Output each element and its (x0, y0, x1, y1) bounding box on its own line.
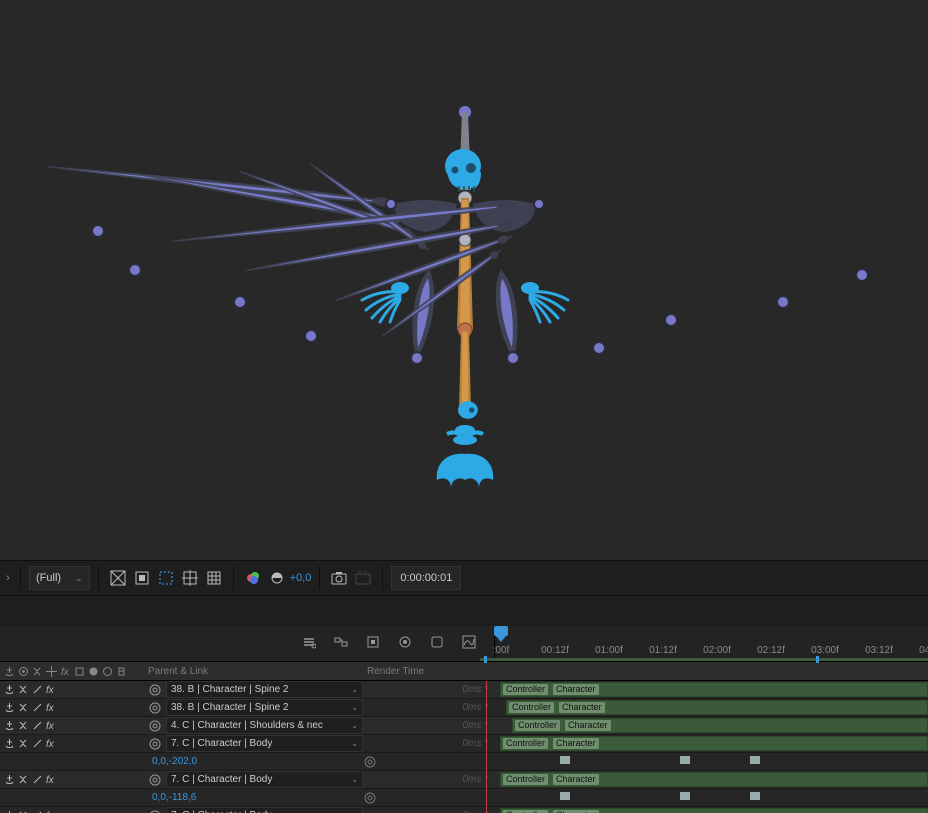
grid-icon[interactable] (203, 567, 225, 589)
toggle-mask-icon[interactable] (131, 567, 153, 589)
keyframe-icon[interactable] (560, 756, 570, 764)
current-time-display[interactable]: 0:00:00:01 (391, 566, 461, 590)
timeline-toolbar (0, 626, 495, 658)
keyframe-icon[interactable] (680, 756, 690, 764)
svg-text:fx: fx (46, 721, 55, 731)
work-area-end[interactable] (816, 656, 819, 663)
separator (382, 566, 383, 590)
pickwhip-icon[interactable] (148, 683, 162, 697)
timeline-header-row: :00f 00:12f 01:00f 01:12f 02:00f 02:12f … (0, 626, 928, 658)
panel-gap (0, 596, 928, 626)
property-value[interactable]: 0,0,-202,0 (148, 756, 197, 767)
svg-text:fx: fx (46, 775, 55, 785)
property-row[interactable]: 0,0,-118,6 (0, 789, 928, 807)
switches-header: fx (0, 666, 144, 677)
composition-viewport[interactable] (0, 0, 928, 560)
work-area-bar[interactable] (480, 658, 928, 661)
parent-label: 38. B | Character | Spine 2 (171, 684, 288, 695)
property-row[interactable]: 0,0,-202,0 (0, 753, 928, 771)
time-tick: 01:00f (595, 645, 623, 656)
pickwhip-icon[interactable] (148, 737, 162, 751)
pickwhip-icon[interactable] (363, 791, 377, 805)
show-snapshot-icon[interactable] (352, 567, 374, 589)
layer-row[interactable]: fx 38. B | Character | Spine 2⌄ 0ms * Co… (0, 699, 928, 717)
property-value[interactable]: 0,0,-118,6 (148, 792, 196, 803)
parent-dropdown[interactable]: 4. C | Character | Shoulders & nec⌄ (166, 717, 363, 734)
timeline-column-header: fx Parent & Link Render Time (0, 661, 928, 681)
time-tick: 00:12f (541, 645, 569, 656)
graph-editor-icon[interactable] (458, 631, 480, 653)
snapshot-icon[interactable] (328, 567, 350, 589)
chevron-right-icon[interactable]: › (4, 567, 12, 589)
composition-mini-flowchart-icon[interactable] (330, 631, 352, 653)
layer-row[interactable]: fx 7. C | Character | Body⌄ 0ms * Contro… (0, 735, 928, 753)
playhead-line (486, 681, 487, 813)
keyframe-icon[interactable] (750, 756, 760, 764)
work-area-start[interactable] (484, 656, 487, 663)
roi-icon[interactable] (155, 567, 177, 589)
guides-icon[interactable] (179, 567, 201, 589)
draft3d-icon[interactable] (362, 631, 384, 653)
keyframe-icon[interactable] (680, 792, 690, 800)
layer-row[interactable]: fx 38. B | Character | Spine 2⌄ 0ms * Co… (0, 681, 928, 699)
keyframe-icon[interactable] (750, 792, 760, 800)
channel-icon[interactable] (242, 567, 264, 589)
render-time-header: Render Time (363, 666, 492, 677)
timeline-panel: :00f 00:12f 01:00f 01:12f 02:00f 02:12f … (0, 626, 928, 813)
parent-dropdown[interactable]: 7. C | Character | Body⌄ (166, 735, 363, 752)
exposure-value[interactable]: +0,0 (290, 572, 312, 584)
transparency-grid-icon[interactable] (107, 567, 129, 589)
svg-text:fx: fx (46, 739, 55, 749)
pickwhip-icon[interactable] (148, 701, 162, 715)
timeline-rows: fx 38. B | Character | Spine 2⌄ 0ms * Co… (0, 681, 928, 813)
time-tick: 04:00f (919, 645, 928, 656)
parent-dropdown[interactable]: 7. C | Character | Body⌄ (166, 771, 363, 788)
resolution-dropdown[interactable]: (Full) ⌄ (29, 566, 90, 590)
time-tick: :00f (493, 645, 510, 656)
separator (98, 566, 99, 590)
parent-dropdown[interactable]: 38. B | Character | Spine 2⌄ (166, 681, 363, 698)
motion-blur-icon[interactable] (426, 631, 448, 653)
layer-row[interactable]: fx 7. C | Character | Body⌄ 0ms * Contro… (0, 807, 928, 813)
keyframe-lane[interactable] (494, 796, 928, 797)
pickwhip-icon[interactable] (148, 809, 162, 813)
separator (319, 566, 320, 590)
search-icon[interactable] (298, 631, 320, 653)
keyframe-icon[interactable] (560, 792, 570, 800)
resolution-label: (Full) (36, 572, 61, 584)
exposure-icon[interactable] (266, 567, 288, 589)
layer-row[interactable]: fx 4. C | Character | Shoulders & nec⌄ 0… (0, 717, 928, 735)
viewer-toolbar: › (Full) ⌄ +0,0 0:00:00:01 (0, 560, 928, 596)
parent-dropdown[interactable]: 38. B | Character | Spine 2⌄ (166, 699, 363, 716)
svg-text:fx: fx (46, 703, 55, 713)
svg-text:fx: fx (46, 685, 55, 695)
pickwhip-icon[interactable] (148, 719, 162, 733)
layer-row[interactable]: fx 7. C | Character | Body⌄ 0ms * Contro… (0, 771, 928, 789)
separator (233, 566, 234, 590)
render-time: 0ms * (363, 684, 494, 695)
time-tick: 01:12f (649, 645, 677, 656)
svg-text:fx: fx (61, 667, 70, 677)
time-ruler[interactable]: :00f 00:12f 01:00f 01:12f 02:00f 02:12f … (495, 626, 928, 658)
separator (20, 566, 21, 590)
time-tick: 03:00f (811, 645, 839, 656)
time-tick: 03:12f (865, 645, 893, 656)
frame-blend-icon[interactable] (394, 631, 416, 653)
parent-link-header: Parent & Link (144, 666, 363, 677)
keyframe-lane[interactable] (494, 760, 928, 761)
pickwhip-icon[interactable] (148, 773, 162, 787)
time-tick: 02:12f (757, 645, 785, 656)
time-tick: 02:00f (703, 645, 731, 656)
chevron-down-icon: ⌄ (75, 573, 83, 584)
timecode-value: 0:00:00:01 (400, 572, 452, 584)
parent-dropdown[interactable]: 7. C | Character | Body⌄ (166, 807, 363, 813)
pickwhip-icon[interactable] (363, 755, 377, 769)
